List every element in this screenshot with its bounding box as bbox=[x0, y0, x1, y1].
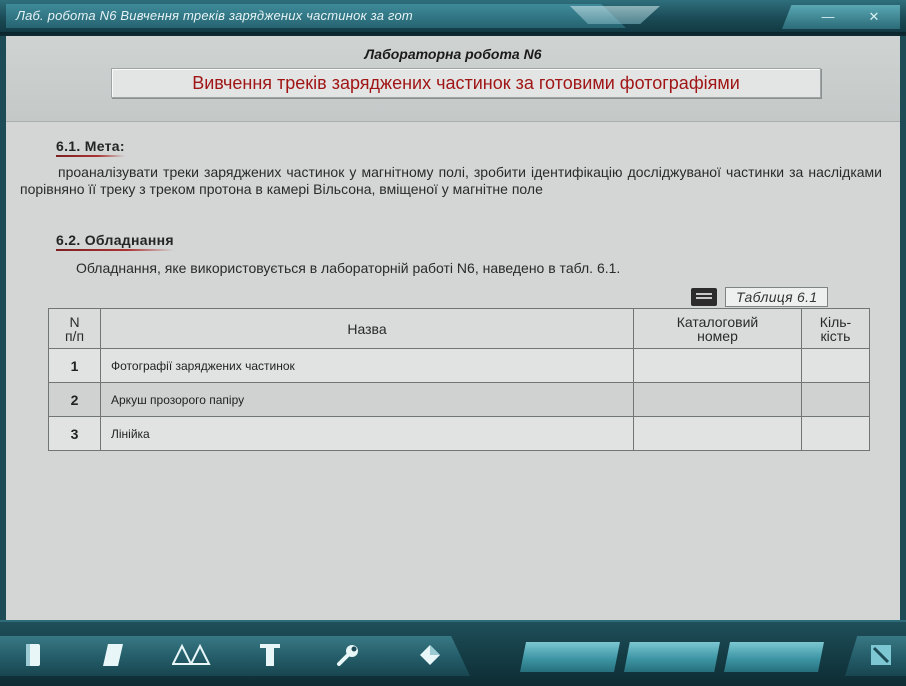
book-icon[interactable] bbox=[98, 640, 128, 670]
row-num: 1 bbox=[48, 348, 101, 383]
nav-prev[interactable] bbox=[520, 642, 620, 672]
row-catalog bbox=[633, 382, 802, 417]
lab-subtitle: Вивчення треків заряджених частинок за г… bbox=[111, 68, 821, 98]
row-name: Аркуш прозорого папіру bbox=[100, 382, 634, 417]
col-name: Назва bbox=[100, 308, 634, 349]
lab-title: Лабораторна робота N6 bbox=[364, 46, 542, 62]
col-num: N п/п bbox=[48, 308, 101, 349]
title-bar: Лаб. робота N6 Вивчення треків заряджени… bbox=[0, 0, 906, 34]
lab-header: Лабораторна робота N6 Вивчення треків за… bbox=[6, 36, 900, 122]
row-qty bbox=[801, 382, 870, 417]
minimize-button[interactable]: — bbox=[808, 5, 848, 29]
row-num: 2 bbox=[48, 382, 101, 417]
row-name: Фотографії заряджених частинок bbox=[100, 348, 634, 383]
expand-icon[interactable] bbox=[866, 640, 896, 670]
close-button[interactable]: ✕ bbox=[854, 5, 894, 29]
row-catalog bbox=[633, 416, 802, 451]
table-header-row: N п/п Назва Каталоговий номер Кіль- кіст… bbox=[48, 308, 870, 349]
pillar-icon[interactable] bbox=[255, 640, 285, 670]
nav-center[interactable] bbox=[624, 642, 720, 672]
nav-next[interactable] bbox=[724, 642, 824, 672]
goal-text: проаналізувати треки заряджених частинок… bbox=[20, 164, 882, 197]
diamond-icon[interactable] bbox=[415, 640, 445, 670]
equipment-table: N п/п Назва Каталоговий номер Кіль- кіст… bbox=[48, 308, 870, 451]
row-qty bbox=[801, 416, 870, 451]
goal-heading: 6.1. Мета: bbox=[56, 138, 125, 157]
main-content: Лабораторна робота N6 Вивчення треків за… bbox=[0, 36, 906, 620]
row-qty bbox=[801, 348, 870, 383]
row-catalog bbox=[633, 348, 802, 383]
table-row: 3 Лінійка bbox=[48, 416, 870, 451]
wrench-icon[interactable] bbox=[333, 640, 363, 670]
table-row: 1 Фотографії заряджених частинок bbox=[48, 348, 870, 383]
table-label: Таблиця 6.1 bbox=[691, 286, 829, 308]
print-icon[interactable] bbox=[691, 288, 717, 306]
window-controls: — ✕ bbox=[782, 5, 900, 29]
bottom-toolbar bbox=[0, 620, 906, 686]
table-number: Таблиця 6.1 bbox=[725, 287, 829, 307]
document-icon[interactable] bbox=[18, 640, 48, 670]
equipment-intro: Обладнання, яке використовується в лабор… bbox=[76, 260, 621, 276]
toolbar-slab-left bbox=[0, 636, 470, 676]
triangles-icon[interactable] bbox=[170, 640, 214, 670]
window-title: Лаб. робота N6 Вивчення треків заряджени… bbox=[6, 4, 626, 28]
table-row: 2 Аркуш прозорого папіру bbox=[48, 382, 870, 417]
col-catalog: Каталоговий номер bbox=[633, 308, 802, 349]
row-name: Лінійка bbox=[100, 416, 634, 451]
col-qty: Кіль- кість bbox=[801, 308, 870, 349]
equipment-heading: 6.2. Обладнання bbox=[56, 232, 174, 251]
row-num: 3 bbox=[48, 416, 101, 451]
